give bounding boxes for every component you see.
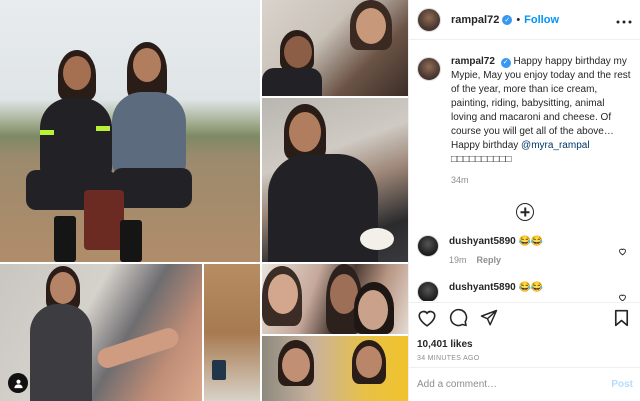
bookmark-icon[interactable] — [614, 309, 629, 332]
more-options-icon[interactable] — [616, 11, 632, 29]
comment-text: 😂😂 — [518, 236, 544, 247]
commenter-avatar[interactable] — [417, 281, 439, 301]
likes-count[interactable]: 10,401 likes — [417, 339, 633, 350]
verified-badge-icon: ✓ — [500, 58, 511, 68]
comment-icon[interactable] — [449, 308, 468, 332]
comment-username[interactable]: dushyant5890 — [449, 236, 516, 247]
comment-item: dushyant5890 😂😂 19m Reply — [409, 235, 640, 267]
comment-time: 19m — [449, 255, 467, 265]
reply-button[interactable]: Reply — [477, 255, 502, 265]
photo-girl-painting — [262, 98, 408, 262]
photo-girl-on-couch — [0, 264, 202, 401]
author-username[interactable]: rampal72 — [451, 14, 499, 26]
caption-username[interactable]: rampal72 — [451, 56, 495, 67]
post-header: rampal72 ✓ • Follow — [409, 0, 640, 40]
verified-badge-icon: ✓ — [502, 14, 513, 25]
caption-time: 34m — [451, 175, 469, 185]
load-more-comments[interactable] — [409, 203, 640, 221]
follow-button[interactable]: Follow — [524, 14, 559, 26]
author-avatar[interactable] — [417, 7, 441, 32]
add-comment-input[interactable] — [417, 379, 612, 390]
user-tag-icon[interactable] — [8, 373, 28, 393]
post-caption: rampal72 ✓ Happy happy birthday my Mypie… — [409, 41, 640, 187]
add-comment-bar: Post — [409, 367, 640, 401]
photo-father-daughter-closeup — [262, 264, 408, 334]
commenter-avatar[interactable] — [417, 235, 439, 257]
post-timestamp: 34 MINUTES AGO — [417, 355, 480, 362]
post-media[interactable] — [0, 0, 408, 401]
comment-like-heart-icon[interactable] — [618, 289, 627, 301]
comments-list[interactable]: rampal72 ✓ Happy happy birthday my Mypie… — [409, 41, 640, 301]
post-actions: 10,401 likes 34 MINUTES AGO — [409, 302, 640, 362]
heart-icon[interactable] — [417, 309, 437, 332]
caption-tail: □□□□□□□□□□ — [451, 154, 512, 165]
separator-dot: • — [516, 13, 521, 26]
comment-text: 😂😂 — [518, 282, 544, 293]
photo-selfie-father-daughter — [262, 0, 408, 96]
photo-girls-outdoors — [0, 0, 260, 262]
comment-like-heart-icon[interactable] — [618, 243, 627, 261]
share-icon[interactable] — [480, 309, 498, 332]
post-comment-button[interactable]: Post — [611, 379, 633, 390]
photo-interior-detail — [204, 264, 260, 401]
comment-item: dushyant5890 😂😂 — [409, 281, 640, 301]
post-details-panel: rampal72 ✓ • Follow rampal72 ✓ Happy hap… — [408, 0, 640, 401]
comment-username[interactable]: dushyant5890 — [449, 282, 516, 293]
caption-avatar[interactable] — [417, 57, 441, 81]
caption-mention-link[interactable]: @myra_rampal — [521, 140, 590, 151]
caption-text: Happy happy birthday my Mypie, May you e… — [451, 56, 631, 151]
photo-sisters — [262, 336, 408, 401]
plus-circle-icon[interactable] — [516, 203, 534, 221]
